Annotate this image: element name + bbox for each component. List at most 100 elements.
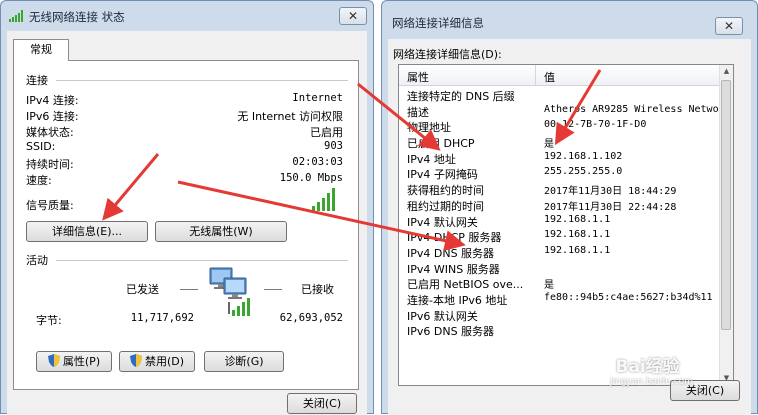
network-computers-icon: [204, 266, 256, 321]
ssid-value: 903: [324, 140, 343, 152]
details-row-property: 物理地址: [407, 121, 451, 135]
signal-strength-icon: [312, 187, 336, 214]
speed-value: 150.0 Mbps: [279, 172, 343, 184]
details-window: 网络连接详细信息 ✕ 网络连接详细信息(D): 属性 值 连接特定的 DNS 后…: [381, 0, 758, 415]
details-row-value: 192.168.1.102: [544, 150, 623, 162]
details-row-property: IPv4 WINS 服务器: [407, 262, 500, 276]
scroll-up-arrow-icon[interactable]: ▲: [720, 65, 733, 78]
details-row[interactable]: 获得租约的时间 2017年11月30日 18:44:29: [399, 181, 721, 197]
details-row[interactable]: 连接-本地 IPv6 地址 fe80::94b5:c4ae:5627:b34d%1…: [399, 291, 721, 307]
column-header-property[interactable]: 属性: [407, 69, 429, 85]
details-row[interactable]: IPv4 地址 192.168.1.102: [399, 150, 721, 166]
signal-quality-label: 信号质量:: [26, 199, 74, 212]
details-row-value: 255.255.255.0: [544, 166, 623, 178]
details-rows: 连接特定的 DNS 后缀 描述 Atheros AR9285 Wireless Ne…: [399, 87, 721, 338]
details-row[interactable]: IPv4 默认网关 192.168.1.1: [399, 213, 721, 229]
tab-general[interactable]: 常规: [13, 39, 69, 61]
details-row-value: Atheros AR9285 Wireless Networ: [544, 103, 720, 115]
duration-label: 持续时间:: [26, 158, 74, 171]
details-row-property: IPv4 DHCP 服务器: [407, 231, 502, 245]
details-row-property: 获得租约的时间: [407, 184, 484, 198]
status-titlebar[interactable]: 无线网络连接 状态 ✕: [1, 1, 373, 31]
details-row-property: 连接-本地 IPv6 地址: [407, 293, 508, 307]
status-window-close-icon[interactable]: ✕: [339, 7, 367, 25]
watermark-brand: Bai经验: [615, 357, 680, 377]
sent-line: [180, 289, 198, 290]
bytes-sent-value: 11,717,692: [130, 312, 194, 324]
wireless-properties-button-label: 无线属性(W): [189, 225, 253, 238]
duration-value: 02:03:03: [292, 156, 343, 168]
activity-section-title: 活动: [26, 254, 48, 267]
details-row[interactable]: IPv4 DHCP 服务器 192.168.1.1: [399, 228, 721, 244]
properties-button[interactable]: 属性(P): [36, 351, 112, 372]
details-row[interactable]: 已启用 NetBIOS ove... 是: [399, 275, 721, 291]
watermark-url: jingyan.baidu.com: [610, 377, 694, 387]
details-button[interactable]: 详细信息(E)...: [26, 221, 148, 242]
column-header-value[interactable]: 值: [544, 69, 555, 85]
status-window-body: 常规 连接 IPv4 连接: Internet IPv6 连接: 无 Inter…: [7, 31, 367, 415]
details-row-value: 是: [544, 280, 554, 292]
details-row-property: IPv6 默认网关: [407, 309, 478, 323]
ipv4-connection-value: Internet: [292, 92, 343, 104]
media-state-label: 媒体状态:: [26, 126, 74, 139]
uac-shield-icon: [129, 354, 142, 367]
column-separator[interactable]: [535, 65, 536, 85]
disable-button[interactable]: 禁用(D): [119, 351, 195, 372]
uac-shield-icon: [47, 354, 60, 367]
speed-label: 速度:: [26, 174, 52, 187]
details-titlebar[interactable]: 网络连接详细信息 ✕: [382, 1, 757, 35]
details-list-header: 属性 值: [399, 65, 721, 86]
details-row[interactable]: IPv4 子网掩码 255.255.255.0: [399, 165, 721, 181]
received-label: 已接收: [301, 283, 334, 296]
details-row-value: fe80::94b5:c4ae:5627:b34d%11: [544, 291, 713, 303]
details-row-property: 租约过期的时间: [407, 199, 484, 213]
details-window-body: 网络连接详细信息(D): 属性 值 连接特定的 DNS 后缀 描述 Atheros …: [388, 39, 751, 415]
details-row-value: 192.168.1.1: [544, 213, 611, 225]
details-row-property: IPv4 DNS 服务器: [407, 246, 495, 260]
details-row[interactable]: 已启用 DHCP 是: [399, 134, 721, 150]
status-close-button[interactable]: 关闭(C): [287, 393, 357, 414]
diagnose-button[interactable]: 诊断(G): [204, 351, 284, 372]
details-row-value: 192.168.1.1: [544, 244, 611, 256]
wireless-properties-button[interactable]: 无线属性(W): [155, 221, 287, 242]
details-row-value: 00-12-7B-70-1F-D0: [544, 119, 647, 131]
details-window-close-icon[interactable]: ✕: [715, 17, 743, 35]
details-row[interactable]: IPv6 DNS 服务器: [399, 322, 721, 338]
status-window-title: 无线网络连接 状态: [29, 10, 125, 24]
scroll-thumb[interactable]: [721, 80, 731, 330]
details-row[interactable]: 描述 Atheros AR9285 Wireless Networ: [399, 103, 721, 119]
details-row-property: 连接特定的 DNS 后缀: [407, 90, 515, 103]
details-row-property: IPv4 地址: [407, 152, 456, 166]
connection-divider: [56, 80, 348, 81]
status-close-button-label: 关闭(C): [302, 397, 342, 410]
tab-general-label: 常规: [30, 43, 52, 56]
ipv6-connection-label: IPv6 连接:: [26, 110, 79, 123]
disable-button-label: 禁用(D): [144, 355, 185, 368]
details-list[interactable]: 属性 值 连接特定的 DNS 后缀 描述 Atheros AR9285 Wirele…: [398, 64, 734, 386]
details-row[interactable]: 租约过期的时间 2017年11月30日 22:44:28: [399, 197, 721, 213]
details-row[interactable]: 连接特定的 DNS 后缀: [399, 87, 721, 103]
details-row[interactable]: IPv4 WINS 服务器: [399, 260, 721, 276]
details-row-property: IPv4 子网掩码: [407, 168, 478, 182]
sent-label: 已发送: [126, 283, 159, 296]
details-scrollbar[interactable]: ▲ ▼: [719, 65, 733, 385]
details-row[interactable]: 物理地址 00-12-7B-70-1F-D0: [399, 118, 721, 134]
details-row[interactable]: IPv4 DNS 服务器 192.168.1.1: [399, 244, 721, 260]
bytes-received-value: 62,693,052: [279, 312, 343, 324]
details-row-value: 2017年11月30日 18:44:29: [544, 186, 677, 198]
details-row[interactable]: IPv6 默认网关: [399, 307, 721, 323]
ipv6-connection-value: 无 Internet 访问权限: [237, 110, 343, 123]
media-state-value: 已启用: [310, 126, 343, 139]
details-row-value: 是: [544, 139, 554, 151]
status-window: 无线网络连接 状态 ✕ 常规 连接 IPv4 连接: Internet IPv6…: [0, 0, 374, 415]
details-window-title: 网络连接详细信息: [392, 16, 484, 30]
wifi-signal-icon: [9, 10, 23, 25]
activity-divider: [56, 260, 348, 261]
details-row-property: IPv6 DNS 服务器: [407, 325, 495, 339]
baidu-watermark: Bai经验 jingyan.baidu.com: [590, 352, 693, 387]
details-button-label: 详细信息(E)...: [51, 225, 123, 238]
properties-button-label: 属性(P): [62, 355, 101, 368]
connection-section-title: 连接: [26, 74, 48, 87]
paw-icon: [590, 352, 612, 377]
ssid-label: SSID:: [26, 140, 56, 153]
